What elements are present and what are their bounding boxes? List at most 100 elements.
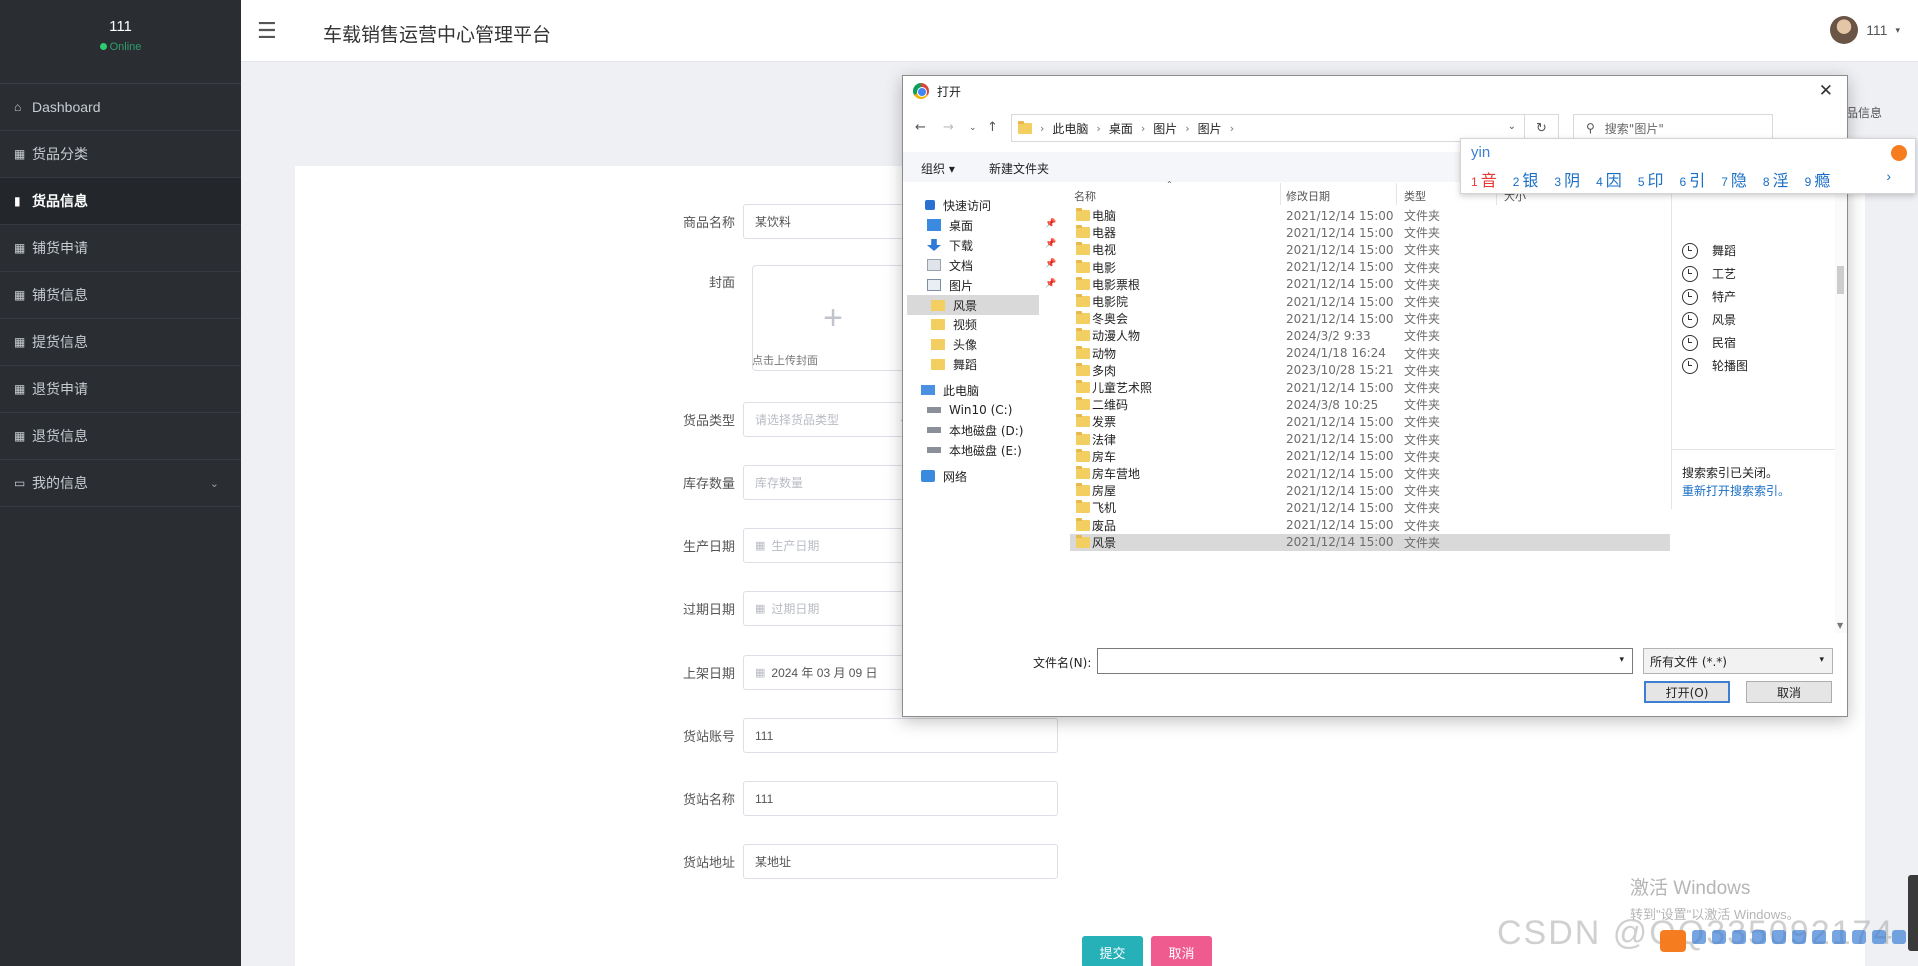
sidebar-item[interactable]: ⌂ Dashboard [0, 84, 241, 131]
tray-icon[interactable] [1772, 930, 1786, 944]
back-arrow-icon[interactable]: ← [915, 120, 926, 135]
tray-icon[interactable] [1872, 930, 1886, 944]
search-history-item[interactable]: 舞蹈 [1682, 242, 1736, 259]
filename-input[interactable]: ▾ [1097, 648, 1633, 674]
file-row[interactable]: 电影 2021/12/14 15:00 文件夹 [1070, 259, 1676, 276]
sidebar-item[interactable]: ▦ 提货信息 [0, 319, 241, 366]
open-button[interactable]: 打开(O) [1644, 681, 1730, 703]
tray-icon[interactable] [1732, 930, 1746, 944]
tree-item[interactable]: 本地磁盘 (E:) [927, 440, 1022, 460]
cancel-button[interactable]: 取消 [1151, 936, 1212, 966]
header-user-menu[interactable]: 111 ▾ [1830, 16, 1900, 44]
ime-tray-icon[interactable] [1660, 930, 1686, 952]
tree-item[interactable]: 舞蹈 [931, 354, 977, 374]
menu-toggle-icon[interactable]: ☰ [257, 18, 277, 44]
up-arrow-icon[interactable]: ↑ [987, 120, 998, 135]
chevron-down-icon[interactable]: ⌄ [210, 477, 219, 490]
forward-arrow-icon[interactable]: → [943, 120, 954, 135]
tree-item[interactable]: 图片 [927, 275, 973, 295]
file-list-scrollbar[interactable]: ▲ ▼ [1835, 183, 1847, 633]
dialog-cancel-button[interactable]: 取消 [1746, 681, 1832, 703]
file-row[interactable]: 多肉 2023/10/28 15:21 文件夹 [1070, 362, 1676, 379]
ime-candidate[interactable]: 2银 [1513, 167, 1539, 191]
breadcrumb-item[interactable]: 桌面 [1109, 120, 1133, 137]
tray-icon[interactable] [1712, 930, 1726, 944]
tray-icon[interactable] [1692, 930, 1706, 944]
ime-candidate[interactable]: 9瘾 [1805, 167, 1831, 191]
sidebar-item[interactable]: ▦ 铺货申请 [0, 225, 241, 272]
tree-item[interactable]: 快速访问 [925, 195, 991, 215]
file-row[interactable]: 法律 2021/12/14 15:00 文件夹 [1070, 431, 1676, 448]
ime-candidate[interactable]: 6引 [1680, 167, 1706, 191]
next-page-icon[interactable]: › [1886, 168, 1891, 184]
sidebar-item[interactable]: ▦ 铺货信息 [0, 272, 241, 319]
tray-icon[interactable] [1792, 930, 1806, 944]
station-address-input[interactable]: 某地址 [743, 844, 1058, 879]
sidebar-item[interactable]: ▦ 货品分类 [0, 131, 241, 178]
reopen-index-link[interactable]: 重新打开搜索索引。 [1682, 482, 1790, 499]
submit-button[interactable]: 提交 [1082, 936, 1143, 966]
ime-candidate[interactable]: 1音 [1471, 167, 1497, 191]
tree-item[interactable]: 头像 [931, 334, 977, 354]
file-row[interactable]: 风景 2021/12/14 15:00 文件夹 [1070, 533, 1670, 551]
search-history-item[interactable]: 特产 [1682, 288, 1736, 305]
tree-item[interactable]: 下载 [927, 235, 973, 255]
ime-candidate[interactable]: 3阴 [1554, 167, 1580, 191]
file-row[interactable]: 房屋 2021/12/14 15:00 文件夹 [1070, 482, 1676, 499]
address-bar[interactable]: › 此电脑 › 桌面 › 图片 › 图片 › ⌄ [1011, 114, 1525, 142]
header-user-name[interactable]: 111 [1866, 22, 1887, 38]
tree-item[interactable]: 本地磁盘 (D:) [927, 420, 1023, 440]
scroll-thumb[interactable] [1837, 266, 1844, 294]
avatar[interactable] [1830, 16, 1859, 44]
file-row[interactable]: 房车营地 2021/12/14 15:00 文件夹 [1070, 465, 1676, 482]
close-icon[interactable]: ✕ [1819, 81, 1833, 101]
chevron-down-icon[interactable]: ⌄ [1508, 121, 1516, 132]
tree-item[interactable]: Win10 (C:) [927, 400, 1012, 420]
file-row[interactable]: 电影院 2021/12/14 15:00 文件夹 [1070, 293, 1676, 310]
file-row[interactable]: 飞机 2021/12/14 15:00 文件夹 [1070, 499, 1676, 516]
chevron-down-icon[interactable]: ▾ [1619, 655, 1624, 665]
tree-item[interactable]: 网络 [921, 466, 967, 486]
tray-icon[interactable] [1752, 930, 1766, 944]
search-history-item[interactable]: 工艺 [1682, 265, 1736, 282]
tree-item[interactable]: 桌面 [927, 215, 973, 235]
file-row[interactable]: 二维码 2024/3/8 10:25 文件夹 [1070, 396, 1676, 413]
tray-icon[interactable] [1812, 930, 1826, 944]
file-row[interactable]: 电脑 2021/12/14 15:00 文件夹 [1070, 207, 1676, 224]
file-row[interactable]: 冬奥会 2021/12/14 15:00 文件夹 [1070, 310, 1676, 327]
recent-locations-icon[interactable]: ⌄ [969, 123, 977, 133]
tree-item[interactable]: 此电脑 [921, 380, 979, 400]
ime-candidate[interactable]: 4因 [1596, 167, 1622, 191]
search-history-item[interactable]: 民宿 [1682, 334, 1736, 351]
chevron-down-icon[interactable]: ▾ [1895, 25, 1900, 36]
sidebar-item[interactable]: ▮ 货品信息 [0, 178, 241, 225]
ime-candidate[interactable]: 8淫 [1763, 167, 1789, 191]
column-date-header[interactable]: 修改日期 [1286, 188, 1330, 204]
search-history-item[interactable]: 风景 [1682, 311, 1736, 328]
file-row[interactable]: 动漫人物 2024/3/2 9:33 文件夹 [1070, 327, 1676, 344]
file-row[interactable]: 电器 2021/12/14 15:00 文件夹 [1070, 224, 1676, 241]
tray-icon[interactable] [1892, 930, 1906, 944]
file-row[interactable]: 房车 2021/12/14 15:00 文件夹 [1070, 448, 1676, 465]
tray-icon[interactable] [1832, 930, 1846, 944]
breadcrumb-item[interactable]: 图片 [1153, 120, 1177, 137]
ime-candidate[interactable]: 5印 [1638, 167, 1664, 191]
search-history-item[interactable]: 轮播图 [1682, 357, 1748, 374]
new-folder-button[interactable]: 新建文件夹 [989, 160, 1049, 177]
column-divider[interactable] [1280, 183, 1281, 205]
tree-item[interactable]: 文档 [927, 255, 973, 275]
file-row[interactable]: 电视 2021/12/14 15:00 文件夹 [1070, 241, 1676, 258]
station-name-input[interactable]: 111 [743, 781, 1058, 816]
breadcrumb-item[interactable]: 此电脑 [1052, 120, 1088, 137]
file-row[interactable]: 动物 2024/1/18 16:24 文件夹 [1070, 345, 1676, 362]
file-row[interactable]: 发票 2021/12/14 15:00 文件夹 [1070, 413, 1676, 430]
file-row[interactable]: 电影票根 2021/12/14 15:00 文件夹 [1070, 276, 1676, 293]
scroll-down-icon[interactable]: ▼ [1837, 621, 1843, 630]
goods-type-select[interactable]: 请选择货品类型 ⌄ [743, 402, 918, 437]
tree-item[interactable]: 风景 [907, 295, 1039, 315]
ime-candidate[interactable]: 7隐 [1721, 167, 1747, 191]
breadcrumb-item[interactable]: 图片 [1198, 120, 1222, 137]
sidebar-item[interactable]: ▭ 我的信息 ⌄ [0, 460, 241, 507]
column-name-header[interactable]: 名称 [1074, 188, 1096, 204]
organize-button[interactable]: 组织 ▾ [921, 160, 955, 177]
